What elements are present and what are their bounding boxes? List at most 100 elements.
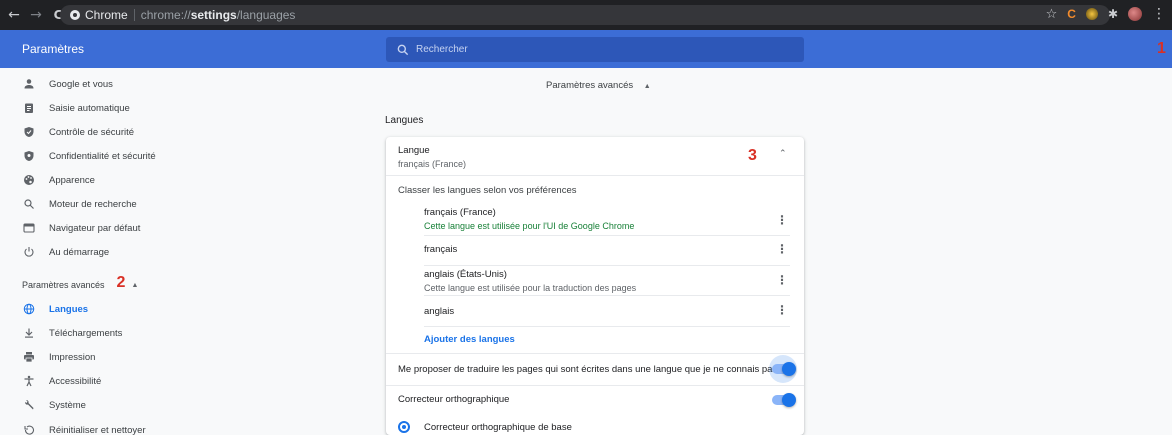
language-item-fr: français — [424, 244, 784, 255]
sidebar-item-label: Accessibilité — [49, 375, 102, 387]
language-label: Langue — [398, 145, 430, 156]
profile-avatar[interactable] — [1128, 7, 1142, 21]
more-vert-icon[interactable]: ⋮ — [776, 242, 788, 256]
sidebar-item-label: Saisie automatique — [49, 102, 130, 114]
sidebar-item-languages[interactable]: Langues — [0, 297, 280, 321]
extension-icon[interactable] — [1085, 8, 1098, 20]
language-name: anglais — [424, 306, 455, 317]
forward-icon[interactable]: → — [28, 7, 44, 23]
shield-icon — [22, 125, 36, 139]
extensions-area: ☆ C ✱ ⋮ — [1046, 6, 1166, 22]
sidebar-item-autofill[interactable]: Saisie automatique — [0, 96, 280, 120]
languages-card: Langue français (France) 3 ⌃ Classer les… — [386, 137, 804, 435]
search-placeholder: Rechercher — [416, 44, 468, 55]
sidebar-item-on-startup[interactable]: Au démarrage — [0, 240, 280, 264]
sidebar-item-label: Langues — [49, 303, 89, 315]
search-input[interactable]: Rechercher — [386, 37, 804, 62]
annotation-1: 1 — [1157, 40, 1166, 57]
sidebar-item-reset[interactable]: Réinitialiser et nettoyer — [0, 418, 280, 435]
clipboard-icon — [22, 101, 36, 115]
extension-c-icon[interactable]: C — [1067, 7, 1076, 21]
settings-header: Paramètres Rechercher 1 — [0, 30, 1172, 68]
browser-menu-icon[interactable]: ⋮ — [1152, 6, 1166, 22]
page-title: Paramètres — [22, 42, 85, 56]
bookmark-star-icon[interactable]: ☆ — [1046, 7, 1058, 22]
spellcheck-toggle[interactable] — [772, 393, 796, 407]
sidebar-item-default-browser[interactable]: Navigateur par défaut — [0, 216, 280, 240]
translate-offer-label: Me proposer de traduire les pages qui so… — [398, 364, 778, 375]
sidebar-item-label: Navigateur par défaut — [49, 222, 141, 234]
sidebar-item-accessibility[interactable]: Accessibilité — [0, 369, 280, 393]
puzzle-icon[interactable]: ✱ — [1108, 7, 1118, 21]
sidebar-item-label: Réinitialiser et nettoyer — [49, 424, 146, 435]
sidebar-item-label: Téléchargements — [49, 327, 123, 339]
sidebar-item-search-engine[interactable]: Moteur de recherche — [0, 192, 280, 216]
sidebar-item-privacy[interactable]: Confidentialité et sécurité — [0, 144, 280, 168]
sidebar-advanced-label: Paramètres avancés — [22, 280, 105, 290]
add-languages-link[interactable]: Ajouter des langues — [424, 334, 515, 345]
language-item-fr-fr: français (France) Cette langue est utili… — [424, 207, 784, 231]
spellcheck-basic-radio[interactable] — [398, 421, 410, 433]
browser-icon — [22, 221, 36, 235]
language-name: français — [424, 244, 458, 255]
caret-up-icon: ▲ — [131, 281, 139, 289]
sidebar-item-label: Impression — [49, 351, 96, 363]
chevron-up-icon[interactable]: ⌃ — [779, 149, 787, 159]
divider — [424, 265, 790, 266]
language-note: Cette langue est utilisée pour la traduc… — [424, 283, 637, 293]
sidebar: Google et vous Saisie automatique Contrô… — [0, 68, 300, 435]
language-item-en-us: anglais (États-Unis) Cette langue est ut… — [424, 269, 784, 293]
sidebar-item-downloads[interactable]: Téléchargements — [0, 321, 280, 345]
sidebar-item-appearance[interactable]: Apparence — [0, 168, 280, 192]
restore-icon — [22, 423, 36, 435]
sidebar-item-printing[interactable]: Impression — [0, 345, 280, 369]
divider — [386, 353, 804, 354]
omnibox-separator — [133, 9, 135, 21]
search-icon — [397, 44, 409, 55]
sidebar-item-google[interactable]: Google et vous — [0, 72, 280, 96]
sidebar-item-label: Système — [49, 399, 86, 411]
address-bar[interactable]: Chrome chrome://settings/languages — [60, 5, 1110, 25]
toggle-knob — [782, 393, 796, 407]
url-text: chrome://settings/languages — [140, 8, 296, 22]
advanced-settings-label: Paramètres avancés — [546, 80, 634, 91]
search-icon — [22, 197, 36, 211]
divider — [386, 175, 804, 176]
translate-offer-toggle[interactable] — [772, 362, 796, 376]
toggle-knob — [782, 362, 796, 376]
language-name: français (France) — [424, 207, 496, 218]
back-icon[interactable]: ← — [6, 7, 22, 23]
advanced-settings-toggle[interactable]: Paramètres avancés ▲ — [546, 80, 651, 91]
shield-lock-icon — [22, 149, 36, 163]
section-title-languages: Langues — [385, 115, 424, 126]
divider — [424, 235, 790, 236]
language-note: Cette langue est utilisée pour l'UI de G… — [424, 221, 635, 231]
power-icon — [22, 245, 36, 259]
sidebar-advanced-toggle[interactable]: Paramètres avancés 2 ▲ — [22, 274, 139, 294]
language-expander[interactable]: Langue français (France) — [398, 145, 466, 169]
more-vert-icon[interactable]: ⋮ — [776, 213, 788, 227]
browser-toolbar: ← → C Chrome chrome://settings/languages… — [0, 0, 1172, 30]
settings-page: ← → C Chrome chrome://settings/languages… — [0, 0, 1172, 435]
sidebar-item-label: Contrôle de sécurité — [49, 126, 135, 138]
site-chip[interactable]: Chrome — [70, 8, 128, 22]
sidebar-item-label: Confidentialité et sécurité — [49, 150, 156, 162]
download-icon — [22, 326, 36, 340]
more-vert-icon[interactable]: ⋮ — [776, 273, 788, 287]
person-icon — [22, 77, 36, 91]
globe-icon — [22, 302, 36, 316]
more-vert-icon[interactable]: ⋮ — [776, 303, 788, 317]
sidebar-item-label: Au démarrage — [49, 246, 110, 258]
language-name: anglais (États-Unis) — [424, 269, 507, 280]
caret-up-icon: ▲ — [643, 83, 651, 90]
annotation-3: 3 — [748, 147, 757, 164]
divider — [424, 326, 790, 327]
order-languages-label: Classer les langues selon vos préférence… — [398, 185, 577, 196]
palette-icon — [22, 173, 36, 187]
sidebar-item-safety-check[interactable]: Contrôle de sécurité — [0, 120, 280, 144]
printer-icon — [22, 350, 36, 364]
site-chip-label: Chrome — [85, 8, 128, 22]
sidebar-item-label: Google et vous — [49, 78, 113, 90]
sidebar-item-system[interactable]: Système — [0, 393, 280, 417]
sidebar-item-label: Apparence — [49, 174, 95, 186]
